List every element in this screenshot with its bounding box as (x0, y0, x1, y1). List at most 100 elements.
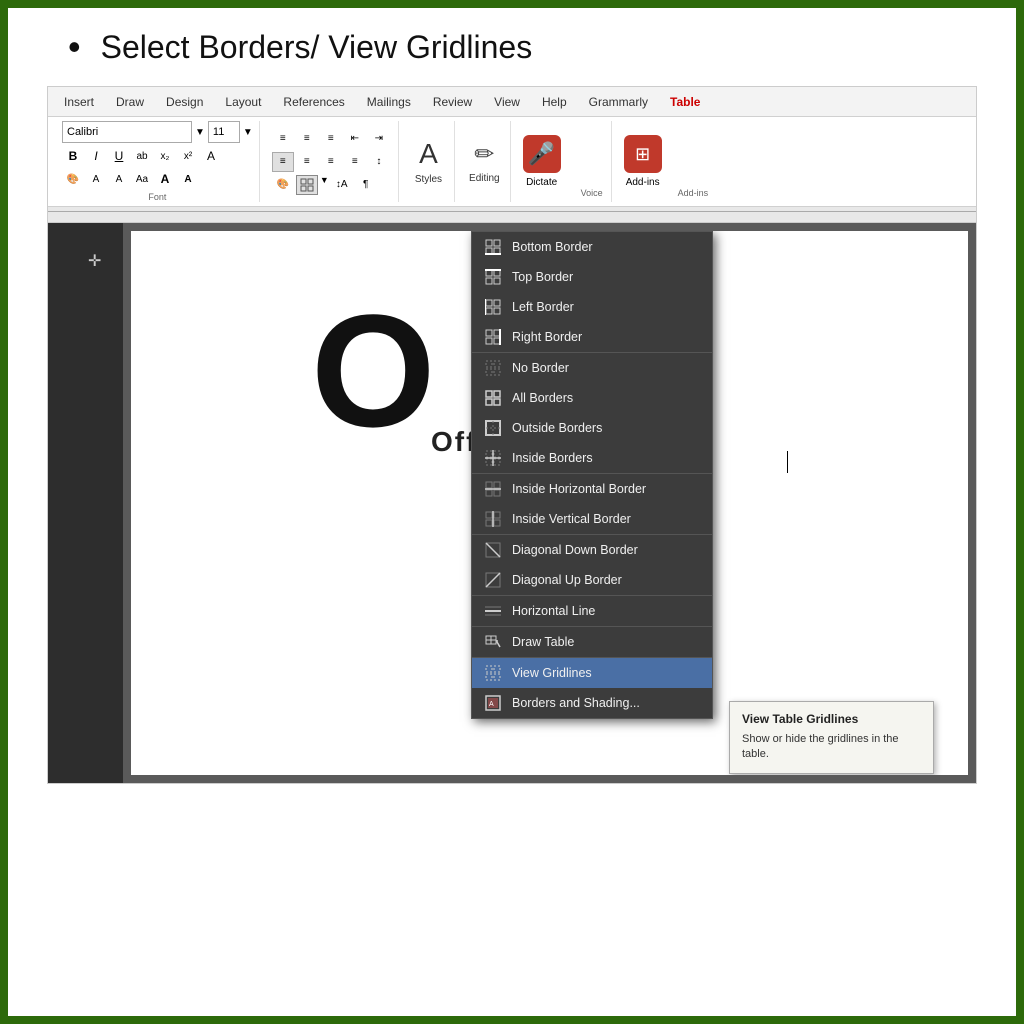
sort-btn[interactable]: ↕A (331, 175, 353, 195)
tab-grammarly[interactable]: Grammarly (579, 87, 658, 116)
tab-references[interactable]: References (273, 87, 354, 116)
subscript-button[interactable]: x₂ (154, 146, 176, 166)
voice-label: Voice (581, 188, 603, 198)
inside-vertical-label: Inside Vertical Border (512, 512, 631, 526)
no-border-label: No Border (512, 361, 569, 375)
tab-review[interactable]: Review (423, 87, 482, 116)
inside-borders-label: Inside Borders (512, 451, 593, 465)
menu-item-right-border[interactable]: Right Border (472, 322, 712, 353)
dictate-group: 🎤 Dictate (515, 121, 569, 202)
justify-btn[interactable]: ≡ (344, 152, 366, 172)
paragraph-group: ≡ ≡ ≡ ⇤ ⇥ ≡ ≡ ≡ ≡ ↕ 🎨 (264, 121, 399, 202)
menu-item-bottom-border[interactable]: Bottom Border (472, 232, 712, 262)
font-size-arrow[interactable]: ▼ (243, 127, 253, 138)
superscript-button[interactable]: x² (177, 146, 199, 166)
styles-group: A Styles (403, 121, 455, 202)
font-color2-button[interactable]: A (108, 169, 130, 189)
menu-item-borders-shading[interactable]: A Borders and Shading... (472, 688, 712, 718)
menu-item-left-border[interactable]: Left Border (472, 292, 712, 322)
menu-item-outside-borders[interactable]: Outside Borders (472, 413, 712, 443)
italic-button[interactable]: I (85, 146, 107, 166)
line-spacing-btn[interactable]: ↕ (368, 152, 390, 172)
tab-table[interactable]: Table (660, 87, 710, 116)
menu-item-view-gridlines[interactable]: View Gridlines (472, 658, 712, 688)
inside-horizontal-icon (484, 480, 502, 498)
highlight-button[interactable]: A (85, 169, 107, 189)
menu-item-diagonal-down[interactable]: Diagonal Down Border (472, 535, 712, 565)
strikethrough-button[interactable]: ab (131, 146, 153, 166)
header-section: • Select Borders/ View Gridlines (8, 8, 1016, 86)
shading-btn[interactable]: 🎨 (272, 175, 294, 195)
dictate-icon-bg[interactable]: 🎤 (523, 135, 561, 173)
editing-group[interactable]: ✏ Editing (459, 121, 511, 202)
menu-item-inside-vertical[interactable]: Inside Vertical Border (472, 504, 712, 535)
ruler (48, 207, 976, 223)
show-hide-btn[interactable]: ¶ (355, 175, 377, 195)
bold-button[interactable]: B (62, 146, 84, 166)
case-button[interactable]: Aa (131, 169, 153, 189)
borders-dropdown-menu: Bottom Border Top Border Left Border (471, 231, 713, 719)
voice-section: Voice (573, 121, 612, 202)
tooltip-title: View Table Gridlines (742, 712, 921, 726)
bottom-border-icon (484, 238, 502, 256)
menu-item-draw-table[interactable]: Draw Table (472, 627, 712, 658)
tab-draw[interactable]: Draw (106, 87, 154, 116)
doc-sidebar: ✛ (48, 223, 123, 783)
text-size-increase[interactable]: A (154, 169, 176, 189)
menu-item-diagonal-up[interactable]: Diagonal Up Border (472, 565, 712, 596)
font-family-input[interactable] (62, 121, 192, 143)
list-number-btn[interactable]: ≡ (296, 129, 318, 149)
draw-table-icon (484, 633, 502, 651)
menu-item-no-border[interactable]: No Border (472, 353, 712, 383)
addins-icon: ⊞ (635, 144, 650, 165)
styles-label[interactable]: Styles (415, 174, 442, 185)
office-logo-partial: O (311, 291, 435, 451)
all-borders-icon (484, 389, 502, 407)
borders-dropdown-btn[interactable]: ▼ (320, 175, 329, 195)
tab-help[interactable]: Help (532, 87, 577, 116)
document-area: ✛ O Offic Bottom Border (48, 223, 976, 783)
font-group: ▼ ▼ B I U ab x₂ x² A 🎨 A A Aa A A Fon (56, 121, 260, 202)
tab-layout[interactable]: Layout (215, 87, 271, 116)
align-right-btn[interactable]: ≡ (320, 152, 342, 172)
font-dropdown-arrow[interactable]: ▼ (195, 127, 205, 138)
tab-design[interactable]: Design (156, 87, 213, 116)
tab-mailings[interactable]: Mailings (357, 87, 421, 116)
align-center-btn[interactable]: ≡ (296, 152, 318, 172)
font-size-input[interactable] (208, 121, 240, 143)
move-cursor-icon: ✛ (88, 251, 101, 271)
list-bullet-btn[interactable]: ≡ (272, 129, 294, 149)
styles-icon: A (419, 138, 438, 170)
view-gridlines-icon (484, 664, 502, 682)
top-border-icon (484, 268, 502, 286)
menu-item-inside-borders[interactable]: Inside Borders (472, 443, 712, 474)
font-group-label: Font (62, 192, 253, 202)
menu-item-inside-horizontal[interactable]: Inside Horizontal Border (472, 474, 712, 504)
tooltip-box: View Table Gridlines Show or hide the gr… (729, 701, 934, 774)
menu-item-all-borders[interactable]: All Borders (472, 383, 712, 413)
tab-insert[interactable]: Insert (54, 87, 104, 116)
align-left-btn[interactable]: ≡ (272, 152, 294, 172)
inside-horizontal-label: Inside Horizontal Border (512, 482, 646, 496)
diagonal-up-label: Diagonal Up Border (512, 573, 622, 587)
indent-decrease-btn[interactable]: ⇤ (344, 129, 366, 149)
tab-view[interactable]: View (484, 87, 530, 116)
menu-item-top-border[interactable]: Top Border (472, 262, 712, 292)
diagonal-down-label: Diagonal Down Border (512, 543, 638, 557)
right-border-icon (484, 328, 502, 346)
borders-btn[interactable] (296, 175, 318, 195)
text-cursor (787, 451, 788, 473)
svg-text:A: A (489, 701, 494, 708)
indent-increase-btn[interactable]: ⇥ (368, 129, 390, 149)
addins-icon-bg[interactable]: ⊞ (624, 135, 662, 173)
font-color-button[interactable]: 🎨 (62, 169, 84, 189)
multilevel-btn[interactable]: ≡ (320, 129, 342, 149)
menu-item-horizontal-line[interactable]: Horizontal Line (472, 596, 712, 627)
addins-label: Add-ins (626, 177, 660, 188)
outside-borders-icon (484, 419, 502, 437)
addins-section-label: Add-ins (674, 121, 713, 202)
clear-formatting-button[interactable]: A (200, 146, 222, 166)
underline-button[interactable]: U (108, 146, 130, 166)
page-title: Select Borders/ View Gridlines (101, 29, 533, 66)
text-size-decrease[interactable]: A (177, 169, 199, 189)
